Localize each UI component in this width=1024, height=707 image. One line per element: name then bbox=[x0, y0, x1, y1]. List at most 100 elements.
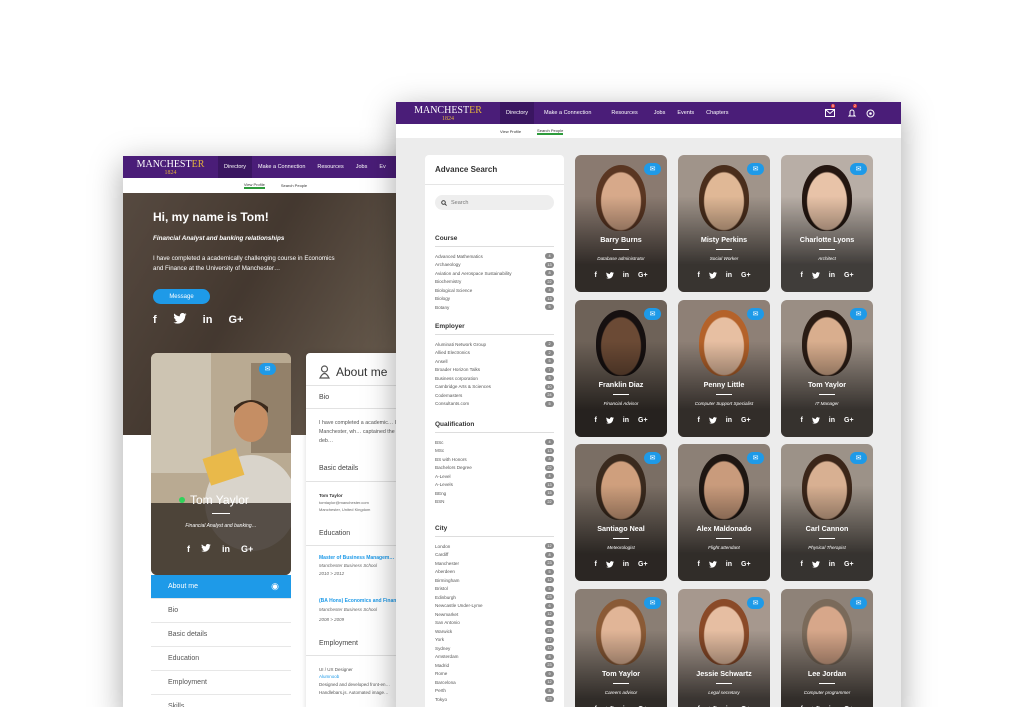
nav-events[interactable]: Ev bbox=[373, 164, 391, 170]
filter-option[interactable]: London 12 bbox=[435, 542, 554, 551]
person-card[interactable]: ✉ Barry Burns Database administrator f in G+ bbox=[575, 155, 667, 292]
filter-option[interactable]: Archaeology 13 bbox=[435, 261, 554, 270]
mail-icon[interactable]: ✉ bbox=[850, 308, 867, 320]
bell-icon[interactable]: 2 bbox=[846, 104, 858, 119]
linkedin-icon[interactable]: in bbox=[623, 561, 629, 570]
twitter-icon[interactable] bbox=[811, 272, 820, 281]
employment-company[interactable]: Alumnoob bbox=[319, 674, 339, 679]
filter-option[interactable]: Business corporation 5 bbox=[435, 374, 554, 383]
nav-resources[interactable]: Resources bbox=[311, 164, 349, 170]
filter-option[interactable]: Biological Science 4 bbox=[435, 286, 554, 295]
twitter-icon[interactable] bbox=[708, 417, 717, 426]
filter-option[interactable]: Barcelona 12 bbox=[435, 678, 554, 687]
person-card[interactable]: ✉Jessie SchwartzLegal secretaryfinG+ bbox=[678, 589, 770, 707]
filter-option[interactable]: Ansell 5 bbox=[435, 357, 554, 366]
facebook-icon[interactable]: f bbox=[800, 272, 802, 281]
google-plus-icon[interactable]: G+ bbox=[741, 417, 751, 426]
linkedin-icon[interactable]: in bbox=[222, 544, 230, 554]
education-title-2[interactable]: (BA Hons) Economics and Finan… bbox=[319, 598, 401, 604]
messages-icon[interactable]: 5 bbox=[824, 104, 836, 119]
menu-employment[interactable]: Employment bbox=[151, 671, 291, 695]
tab-view-profile[interactable]: View Profile bbox=[243, 182, 265, 189]
filter-option[interactable]: A-Level 4 bbox=[435, 472, 554, 481]
mail-icon[interactable]: ✉ bbox=[644, 308, 661, 320]
filter-option[interactable]: Madrid 23 bbox=[435, 661, 554, 670]
filter-option[interactable]: Sydney 12 bbox=[435, 644, 554, 653]
mail-icon[interactable]: ✉ bbox=[747, 163, 764, 175]
mail-icon[interactable]: ✉ bbox=[259, 363, 276, 375]
filter-option[interactable]: MSc 13 bbox=[435, 447, 554, 456]
linkedin-icon[interactable]: in bbox=[829, 272, 835, 281]
filter-option[interactable]: Aluminati Network Group 2 bbox=[435, 340, 554, 349]
filter-option[interactable]: Botany 5 bbox=[435, 303, 554, 312]
filter-option[interactable]: Aberdeen 5 bbox=[435, 568, 554, 577]
filter-option[interactable]: Perth 8 bbox=[435, 687, 554, 696]
filter-option[interactable]: Amsterdam 8 bbox=[435, 653, 554, 662]
filter-option[interactable]: BS with Honors 8 bbox=[435, 455, 554, 464]
linkedin-icon[interactable]: in bbox=[829, 417, 835, 426]
facebook-icon[interactable]: f bbox=[594, 272, 596, 281]
twitter-icon[interactable] bbox=[605, 561, 614, 570]
filter-option[interactable]: Allied Electronics 2 bbox=[435, 349, 554, 358]
filter-option[interactable]: San Antonio 8 bbox=[435, 619, 554, 628]
google-plus-icon[interactable]: G+ bbox=[241, 544, 253, 554]
mail-icon[interactable]: ✉ bbox=[850, 452, 867, 464]
filter-option[interactable]: A-Levels 13 bbox=[435, 481, 554, 490]
mail-icon[interactable]: ✉ bbox=[644, 452, 661, 464]
google-plus-icon[interactable]: G+ bbox=[844, 272, 854, 281]
menu-education[interactable]: Education bbox=[151, 647, 291, 671]
google-plus-icon[interactable]: G+ bbox=[228, 314, 243, 326]
mail-icon[interactable]: ✉ bbox=[644, 597, 661, 609]
facebook-icon[interactable]: f bbox=[697, 417, 699, 426]
google-plus-icon[interactable]: G+ bbox=[741, 272, 751, 281]
nav-resources[interactable]: Resources bbox=[601, 110, 647, 116]
google-plus-icon[interactable]: G+ bbox=[638, 417, 648, 426]
university-logo[interactable]: MANCHESTER 1824 bbox=[396, 104, 500, 123]
facebook-icon[interactable]: f bbox=[697, 561, 699, 570]
person-card[interactable]: ✉ Carl Cannon Physical Therapist f in G+ bbox=[781, 444, 873, 581]
facebook-icon[interactable]: f bbox=[800, 561, 802, 570]
filter-option[interactable]: Newcastle Under-Lyme 6 bbox=[435, 602, 554, 611]
mail-icon[interactable]: ✉ bbox=[644, 163, 661, 175]
mail-icon[interactable]: ✉ bbox=[850, 163, 867, 175]
google-plus-icon[interactable]: G+ bbox=[638, 272, 648, 281]
twitter-icon[interactable] bbox=[708, 561, 717, 570]
person-card[interactable]: ✉ Misty Perkins Social Worker f in G+ bbox=[678, 155, 770, 292]
nav-chapters[interactable]: Chapters bbox=[700, 110, 734, 116]
filter-option[interactable]: BSc 4 bbox=[435, 438, 554, 447]
facebook-icon[interactable]: f bbox=[800, 417, 802, 426]
google-plus-icon[interactable]: G+ bbox=[741, 561, 751, 570]
facebook-icon[interactable]: f bbox=[594, 417, 596, 426]
education-title-1[interactable]: Master of Business Managem… bbox=[319, 555, 394, 561]
filter-option[interactable]: Warwick 23 bbox=[435, 627, 554, 636]
twitter-icon[interactable] bbox=[708, 272, 717, 281]
filter-option[interactable]: Advanced Mathematics 4 bbox=[435, 252, 554, 261]
linkedin-icon[interactable]: in bbox=[726, 417, 732, 426]
filter-option[interactable]: Cambridge Arts & Sciences 10 bbox=[435, 383, 554, 392]
twitter-icon[interactable] bbox=[201, 543, 211, 554]
nav-events[interactable]: Events bbox=[671, 110, 700, 116]
filter-option[interactable]: BEng 15 bbox=[435, 489, 554, 498]
filter-option[interactable]: Biochemistry 22 bbox=[435, 278, 554, 287]
person-card[interactable]: ✉ Tom Yaylor IT Manager f in G+ bbox=[781, 300, 873, 437]
twitter-icon[interactable] bbox=[605, 417, 614, 426]
google-plus-icon[interactable]: G+ bbox=[844, 561, 854, 570]
university-logo[interactable]: MANCHESTER 1824 bbox=[123, 158, 218, 177]
twitter-icon[interactable] bbox=[811, 417, 820, 426]
linkedin-icon[interactable]: in bbox=[203, 314, 213, 326]
filter-option[interactable]: Aviation and Aerospace Sustainability 8 bbox=[435, 269, 554, 278]
filter-option[interactable]: BSN 22 bbox=[435, 498, 554, 507]
tab-search-people[interactable]: Search People bbox=[537, 128, 564, 135]
filter-option[interactable]: York 17 bbox=[435, 636, 554, 645]
filter-option[interactable]: Broader Horizon Talks 7 bbox=[435, 366, 554, 375]
person-card[interactable]: ✉ Franklin Diaz Financial Advisor f in G+ bbox=[575, 300, 667, 437]
google-plus-icon[interactable]: G+ bbox=[844, 417, 854, 426]
filter-option[interactable]: Birmingham 12 bbox=[435, 576, 554, 585]
linkedin-icon[interactable]: in bbox=[726, 561, 732, 570]
filter-option[interactable]: Cardiff 8 bbox=[435, 551, 554, 560]
tab-search-people[interactable]: Search People bbox=[281, 183, 307, 188]
person-card[interactable]: ✉ Charlotte Lyons Architect f in G+ bbox=[781, 155, 873, 292]
mail-icon[interactable]: ✉ bbox=[850, 597, 867, 609]
filter-option[interactable]: Tokyo 23 bbox=[435, 695, 554, 704]
filter-option[interactable]: Rome 9 bbox=[435, 670, 554, 679]
